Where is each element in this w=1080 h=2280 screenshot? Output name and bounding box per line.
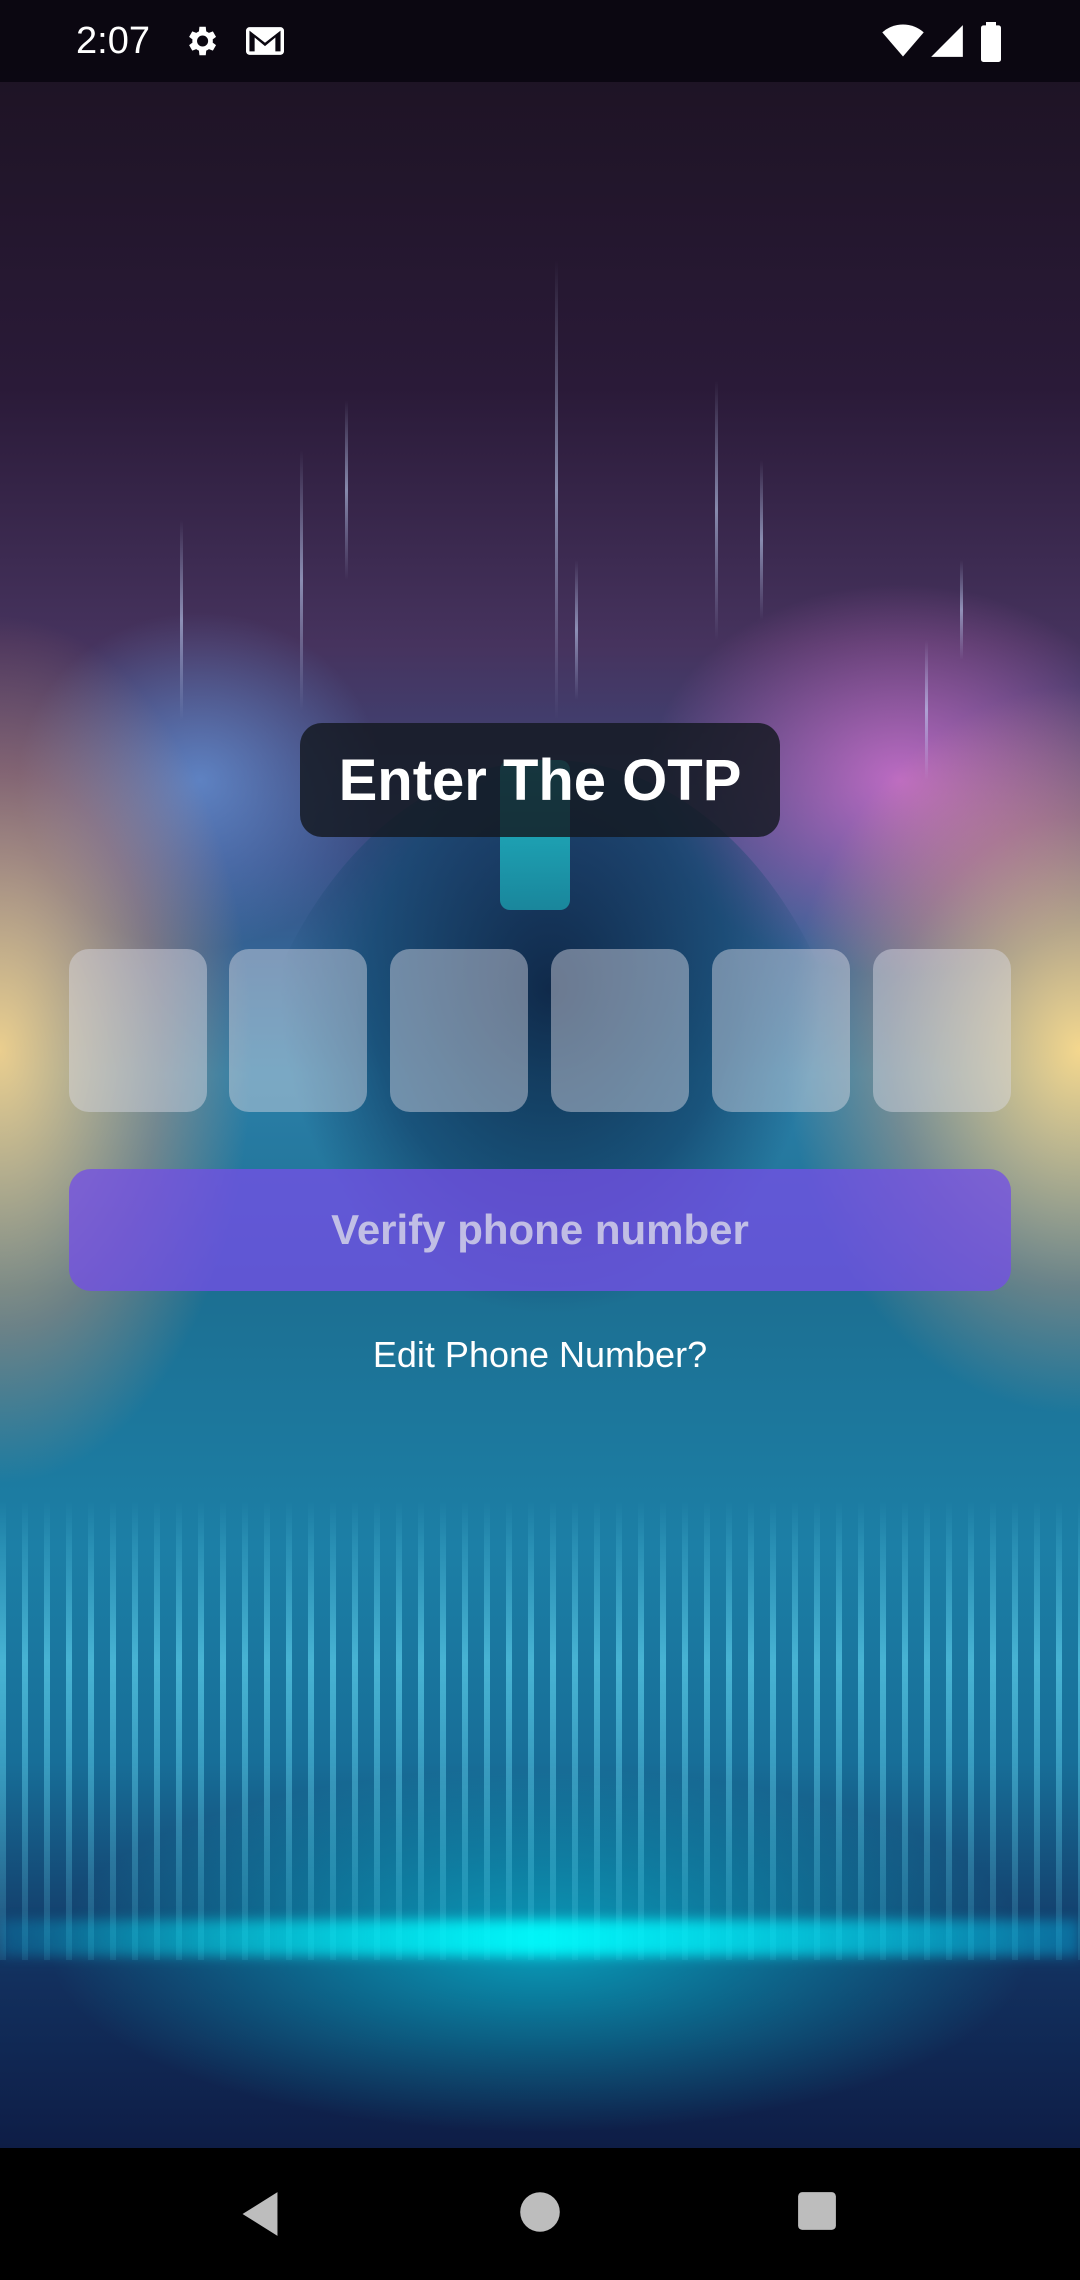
wifi-icon bbox=[882, 24, 924, 57]
otp-digit-4[interactable] bbox=[551, 949, 689, 1112]
glow-line bbox=[0, 1920, 1080, 1956]
verify-button-label: Verify phone number bbox=[331, 1206, 749, 1253]
otp-digit-2[interactable] bbox=[229, 949, 367, 1112]
otp-input-row bbox=[69, 949, 1011, 1112]
back-icon[interactable] bbox=[238, 2190, 282, 2238]
navigation-bar bbox=[0, 2148, 1080, 2280]
battery-icon bbox=[981, 22, 1001, 62]
otp-digit-6[interactable] bbox=[873, 949, 1011, 1112]
otp-digit-1[interactable] bbox=[69, 949, 207, 1112]
mail-icon bbox=[246, 27, 284, 55]
verify-phone-button[interactable]: Verify phone number bbox=[69, 1169, 1011, 1291]
signal-icon bbox=[931, 25, 963, 57]
recents-icon[interactable] bbox=[796, 2190, 838, 2232]
edit-phone-number-link[interactable]: Edit Phone Number? bbox=[0, 1334, 1080, 1376]
page-title: Enter The OTP bbox=[338, 747, 742, 813]
otp-digit-3[interactable] bbox=[390, 949, 528, 1112]
gear-icon bbox=[189, 26, 217, 56]
sound-wave bbox=[0, 1500, 1080, 1960]
title-banner: Enter The OTP bbox=[300, 723, 780, 837]
home-icon[interactable] bbox=[518, 2190, 562, 2234]
otp-digit-5[interactable] bbox=[712, 949, 850, 1112]
status-time: 2:07 bbox=[76, 20, 150, 62]
status-bar: 2:07 bbox=[0, 0, 1080, 82]
